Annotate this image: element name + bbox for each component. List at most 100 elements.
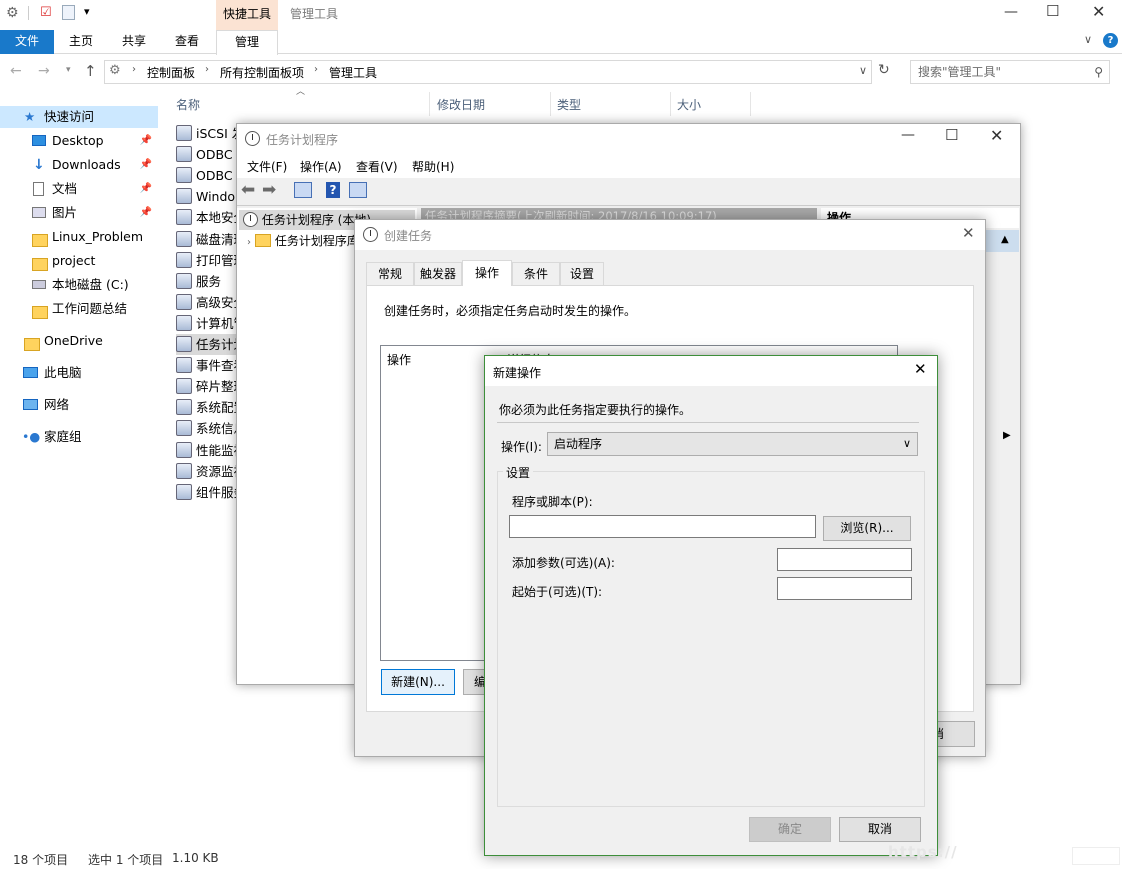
nav-onedrive[interactable]: OneDrive [0,330,158,352]
show-action-pane-icon[interactable] [349,182,367,198]
star-icon: ★ [24,109,36,124]
column-divider[interactable] [550,92,551,116]
collapse-icon[interactable]: ▲ [1001,234,1009,245]
tab-share[interactable]: 共享 [114,30,154,54]
maximize-button[interactable]: ☐ [1046,2,1059,20]
forward-icon[interactable]: ➡ [262,180,276,200]
help-icon[interactable]: ? [1103,33,1118,48]
address-dropdown-icon[interactable]: ∨ [859,64,867,77]
ts-menu-help[interactable]: 帮助(H) [412,158,454,175]
ok-button[interactable]: 确定 [749,817,831,842]
col-action[interactable]: 操作 [387,351,411,368]
tab-general[interactable]: 常规 [366,262,414,285]
crumb-control-panel[interactable]: 控制面板 [147,64,195,81]
pin-icon[interactable]: 📌 [140,130,152,152]
properties-icon[interactable]: ☑ [40,5,52,20]
args-input[interactable] [777,548,912,571]
crumb-all-items[interactable]: 所有控制面板项 [220,64,304,81]
tab-settings[interactable]: 设置 [560,262,604,285]
cancel-button[interactable]: 取消 [839,817,921,842]
ts-menu-action[interactable]: 操作(A) [300,158,342,175]
clock-icon [243,212,258,227]
address-bar[interactable]: ⚙ › 控制面板 › 所有控制面板项 › 管理工具 ∨ [104,60,872,84]
nav-item-linux-problem[interactable]: Linux_Problem [0,226,158,248]
column-name[interactable]: 名称 [176,96,200,113]
na-titlebar: 新建操作 ✕ [485,356,937,386]
tab-view[interactable]: 查看 [166,30,208,54]
crumb-separator-icon: › [314,64,318,75]
start-in-input[interactable] [777,577,912,600]
tool-icon [176,441,192,458]
ts-close-button[interactable]: ✕ [990,126,1003,145]
action-type-select[interactable]: 启动程序 ∨ [547,432,918,456]
nav-item-local-disk[interactable]: 本地磁盘 (C:) [0,274,158,296]
tab-file[interactable]: 文件 [0,30,54,54]
ribbon-expand-icon[interactable]: ∨ [1084,33,1092,46]
drive-icon [32,280,46,289]
nav-label: Linux_Problem [52,229,144,244]
program-label: 程序或脚本(P): [512,495,593,509]
expand-icon[interactable]: › [247,237,251,248]
search-input[interactable]: 搜索"管理工具" ⚲ [910,60,1110,84]
nav-item-pictures[interactable]: 图片 📌 [0,202,158,224]
close-button[interactable]: ✕ [1092,2,1105,21]
watermark-logo [1072,847,1120,865]
back-icon[interactable]: ⬅ [241,180,255,200]
tool-icon [176,483,192,500]
control-panel-icon: ⚙ [109,63,121,78]
tab-actions[interactable]: 操作 [462,260,512,286]
nav-item-documents[interactable]: 文档 📌 [0,178,158,200]
pin-icon[interactable]: 📌 [140,178,152,200]
ts-maximize-button[interactable]: ☐ [945,126,958,144]
pin-icon[interactable]: 📌 [140,154,152,176]
column-size[interactable]: 大小 [677,96,701,113]
up-icon[interactable]: ↑ [84,62,97,80]
browse-button[interactable]: 浏览(R)... [823,516,911,541]
pin-icon[interactable]: 📌 [140,202,152,224]
qat-dropdown-icon[interactable]: ▾ [84,5,90,18]
crumb-admin-tools[interactable]: 管理工具 [329,64,377,81]
nav-item-desktop[interactable]: Desktop 📌 [0,130,158,152]
column-type[interactable]: 类型 [557,96,581,113]
column-date[interactable]: 修改日期 [437,96,485,113]
nav-label: OneDrive [44,333,103,348]
nav-network[interactable]: 网络 [0,394,158,416]
column-divider[interactable] [670,92,671,116]
ct-close-button[interactable]: ✕ [962,224,975,242]
ts-minimize-button[interactable]: — [901,127,915,143]
column-divider[interactable] [429,92,430,116]
explorer-titlebar: ⚙ ☑ ▾ 快捷工具 管理工具 — ☐ ✕ [0,0,1122,30]
refresh-icon[interactable]: ↻ [878,62,890,78]
tab-manage[interactable]: 管理 [216,30,278,55]
nav-label: 文档 [52,181,78,196]
minimize-button[interactable]: — [1004,4,1018,20]
help-icon[interactable]: ? [326,182,340,198]
nav-item-work-notes[interactable]: 工作问题总结 [0,298,158,320]
nav-label: project [52,253,96,268]
nav-homegroup[interactable]: •● 家庭组 [0,426,158,448]
tab-home[interactable]: 主页 [60,30,102,54]
submenu-arrow-icon[interactable]: ▶ [1003,430,1011,441]
na-close-button[interactable]: ✕ [914,360,927,378]
column-divider[interactable] [750,92,751,116]
show-tree-icon[interactable] [294,182,312,198]
tab-triggers[interactable]: 触发器 [414,262,462,285]
ts-menubar: 文件(F) 操作(A) 查看(V) 帮助(H) [237,154,1020,178]
nav-this-pc[interactable]: 此电脑 [0,362,158,384]
ts-menu-file[interactable]: 文件(F) [247,158,287,175]
ts-titlebar: 任务计划程序 — ☐ ✕ [237,124,1020,154]
divider [497,422,919,423]
nav-item-downloads[interactable]: ↓ Downloads 📌 [0,154,158,176]
ts-menu-view[interactable]: 查看(V) [356,158,398,175]
tree-library[interactable]: › 任务计划程序库 [247,231,359,253]
forward-icon[interactable]: → [38,63,50,79]
nav-quick-access[interactable]: ★ 快速访问 [0,106,158,128]
nav-label: 此电脑 [44,365,82,380]
new-folder-icon[interactable] [62,5,75,20]
recent-dropdown-icon[interactable]: ▾ [66,65,71,75]
back-icon[interactable]: ← [10,63,22,79]
nav-item-project[interactable]: project [0,250,158,272]
tab-conditions[interactable]: 条件 [512,262,560,285]
program-input[interactable] [509,515,816,538]
new-action-button[interactable]: 新建(N)... [381,669,455,695]
